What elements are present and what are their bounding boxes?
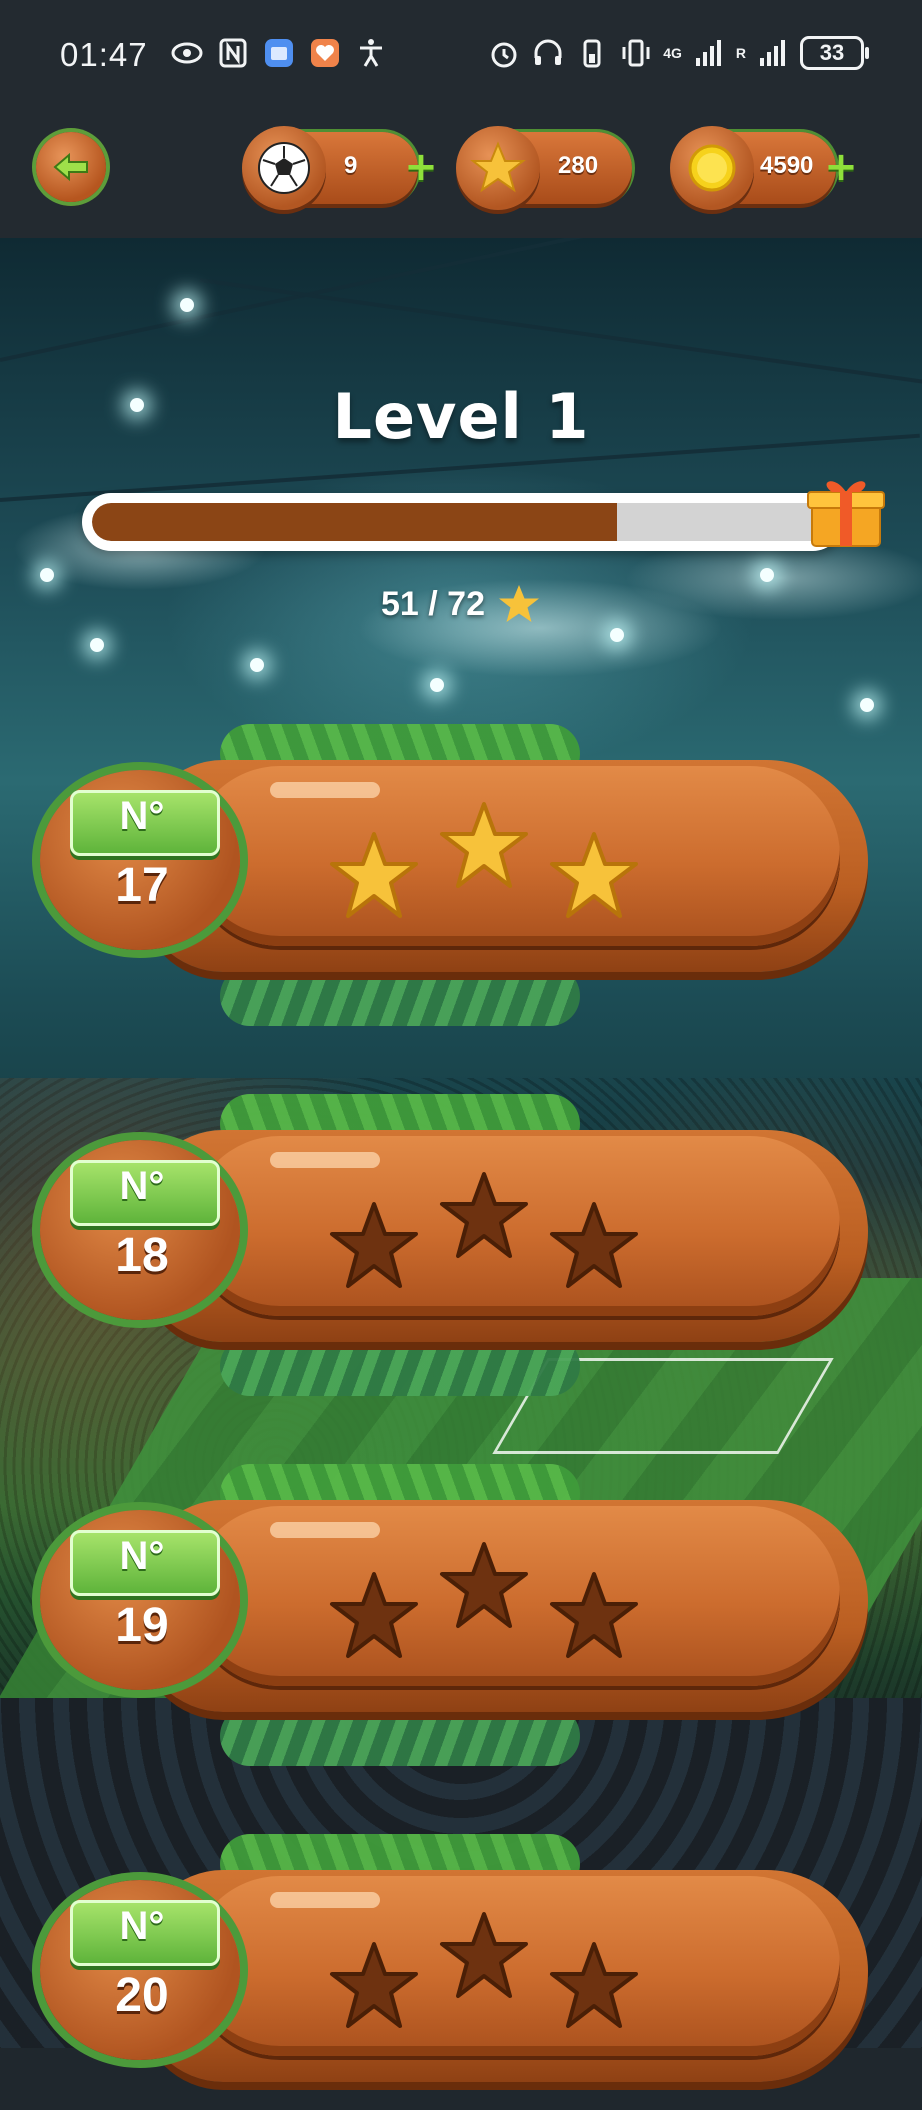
coins-counter: 4590 + — [670, 126, 858, 210]
headphone-battery-icon — [575, 36, 609, 70]
floodlight — [250, 658, 264, 672]
coin-icon — [670, 126, 754, 210]
wood-shine — [270, 1152, 380, 1168]
star-icon — [498, 585, 539, 622]
level-number-label: N° — [119, 1534, 165, 1578]
network-type-label: 4G — [663, 45, 682, 61]
level-star-progress: 51 / 72 — [0, 582, 922, 626]
wood-shine — [270, 782, 380, 798]
star-3-icon — [550, 832, 638, 918]
level-card-18[interactable]: N° 18 — [40, 1094, 870, 1396]
gift-icon — [807, 481, 885, 547]
level-number-label: N° — [119, 1904, 165, 1948]
wood-shine — [270, 1522, 380, 1538]
vibrate-icon — [619, 36, 653, 70]
level-number: 18 — [115, 1229, 169, 1282]
status-icons-left — [170, 36, 388, 70]
grass-decoration — [220, 966, 580, 1026]
headphones-icon — [531, 36, 565, 70]
add-balls-button[interactable]: + — [404, 147, 438, 187]
floodlight — [40, 568, 54, 582]
star-1-icon — [330, 1942, 418, 2028]
level-number-label: N° — [119, 794, 165, 838]
files-app-icon — [262, 36, 296, 70]
level-stars — [328, 1540, 668, 1680]
grass-decoration — [220, 1706, 580, 1766]
status-bar: 01:47 4G R 33 — [0, 0, 922, 118]
level-card-20[interactable]: N° 20 — [40, 1834, 870, 2110]
star-2-icon — [440, 1912, 528, 1998]
status-icons-right: 4G R 33 — [487, 36, 869, 70]
level-star-progress-text: 51 / 72 — [381, 584, 485, 623]
arrow-left-icon — [53, 152, 88, 182]
level-card-19[interactable]: N° 19 — [40, 1464, 870, 1766]
level-progress-bar — [82, 493, 842, 551]
star-3-icon — [550, 1202, 638, 1288]
star-icon — [456, 126, 540, 210]
stars-value: 280 — [558, 152, 599, 179]
star-2-icon — [440, 1542, 528, 1628]
progress-fill — [92, 503, 618, 541]
star-2-icon — [440, 802, 528, 888]
grass-decoration — [220, 1336, 580, 1396]
level-number: 17 — [115, 859, 169, 912]
progress-track — [92, 503, 832, 541]
level-stars — [328, 1170, 668, 1310]
soccer-ball-icon — [242, 126, 326, 210]
level-stars — [328, 1910, 668, 2050]
top-hud: 9 + 280 4590 + — [0, 118, 922, 238]
floodlight — [610, 628, 624, 642]
star-1-icon — [330, 1202, 418, 1288]
signal-icon — [692, 36, 726, 70]
health-app-icon — [308, 36, 342, 70]
signal-icon-2 — [756, 36, 790, 70]
level-card-17[interactable]: N° 17 — [40, 724, 870, 1026]
level-number-label: N° — [119, 1164, 165, 1208]
floodlight — [180, 298, 194, 312]
eye-icon — [170, 36, 204, 70]
battery-level: 33 — [819, 40, 845, 65]
balls-counter: 9 + — [242, 126, 438, 210]
floodlight — [90, 638, 104, 652]
level-number: 19 — [115, 1599, 169, 1652]
coins-value: 4590 — [760, 152, 814, 179]
wood-shine — [270, 1892, 380, 1908]
add-coins-button[interactable]: + — [824, 147, 858, 187]
star-1-icon — [330, 832, 418, 918]
roaming-label: R — [735, 45, 746, 61]
gift-reward-button[interactable] — [804, 468, 888, 552]
status-time: 01:47 — [60, 36, 148, 73]
alarm-icon — [487, 36, 521, 70]
star-1-icon — [330, 1572, 418, 1658]
level-number: 20 — [115, 1969, 169, 2022]
star-3-icon — [550, 1572, 638, 1658]
star-3-icon — [550, 1942, 638, 2028]
floodlight — [860, 698, 874, 712]
level-title: Level 1 — [332, 380, 590, 453]
floodlight — [430, 678, 444, 692]
accessibility-icon — [354, 36, 388, 70]
stars-counter: 280 — [456, 126, 632, 210]
battery-indicator: 33 — [800, 36, 869, 70]
nfc-icon — [216, 36, 250, 70]
star-2-icon — [440, 1172, 528, 1258]
balls-value: 9 — [344, 152, 358, 179]
roof-beam — [199, 278, 922, 388]
level-stars — [328, 800, 668, 940]
floodlight — [760, 568, 774, 582]
back-button[interactable] — [36, 132, 106, 202]
